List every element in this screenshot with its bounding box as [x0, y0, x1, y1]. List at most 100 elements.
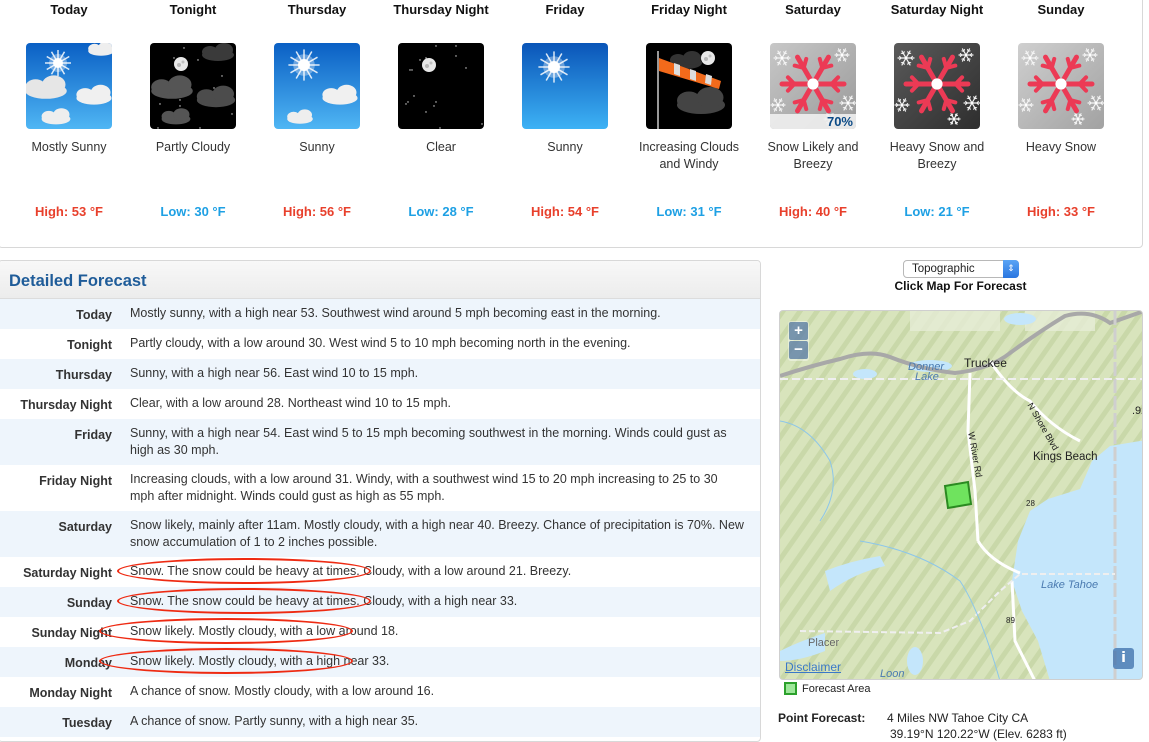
row-forecast-text: A chance of snow. Partly sunny, with a h…	[130, 714, 419, 728]
map-type-value: Topographic	[912, 263, 975, 275]
row-forecast-text: Partly cloudy, with a low around 30. Wes…	[130, 336, 631, 350]
row-period: Saturday	[58, 520, 113, 534]
windy-night-icon[interactable]	[646, 43, 732, 129]
partly-cloudy-night-icon[interactable]	[150, 43, 236, 129]
forecast-row: Tonight Partly cloudy, with a low around…	[0, 329, 760, 359]
temperature: High: 40 °F	[778, 204, 848, 219]
forecast-tombstone[interactable]: Sunday Heavy Snow High: 33 °F	[999, 1, 1123, 219]
row-period: Saturday Night	[23, 566, 112, 580]
zoom-control: + −	[788, 321, 809, 361]
zoom-out-button[interactable]: −	[789, 341, 808, 359]
short-description: Partly Cloudy	[155, 140, 231, 154]
precip-chance: 70%	[770, 114, 856, 129]
sunny-icon[interactable]	[522, 43, 608, 129]
period-name: Friday	[545, 2, 585, 17]
short-description: Mostly Sunny	[31, 140, 107, 154]
map-column: Topographic ⇕ Click Map For Forecast Tru…	[778, 258, 1143, 742]
row-period: Monday	[64, 656, 112, 670]
map-label-lake-tahoe: Lake Tahoe	[1041, 579, 1099, 591]
row-forecast-text: Sunny, with a high near 56. East wind 10…	[130, 366, 419, 380]
row-period: Thursday	[55, 368, 112, 382]
short-description: Increasing Clouds and Windy	[638, 140, 740, 171]
row-forecast-text: Snow. The snow could be heavy at times. …	[130, 594, 518, 608]
disclaimer-link[interactable]: Disclaimer	[785, 660, 841, 674]
sunny-icon[interactable]	[274, 43, 360, 129]
clear-night-icon[interactable]	[398, 43, 484, 129]
map-label-kings-beach: Kings Beach	[1033, 451, 1098, 463]
row-period: Sunday	[66, 596, 112, 610]
temperature: Low: 28 °F	[408, 204, 474, 219]
period-name: Saturday	[785, 2, 841, 17]
heavy-snow-night-icon[interactable]	[894, 43, 980, 129]
period-name: Today	[50, 2, 88, 17]
panel-heading: Detailed Forecast	[0, 261, 760, 299]
forecast-row: Thursday Sunny, with a high near 56. Eas…	[0, 359, 760, 389]
row-forecast-text: Snow likely, mainly after 11am. Mostly c…	[130, 518, 744, 549]
row-forecast-text: Increasing clouds, with a low around 31.…	[130, 472, 718, 503]
period-name: Friday Night	[651, 2, 727, 17]
row-period: Today	[76, 308, 112, 322]
short-description: Clear	[426, 140, 456, 154]
row-period: Friday	[74, 428, 112, 442]
forecast-area-marker[interactable]	[943, 480, 973, 510]
row-forecast-text: A chance of snow. Mostly cloudy, with a …	[130, 684, 435, 698]
short-description: Heavy Snow and Breezy	[889, 140, 985, 171]
temperature: High: 33 °F	[1026, 204, 1096, 219]
short-description: Sunny	[547, 140, 583, 154]
heavy-snow-icon[interactable]	[1018, 43, 1104, 129]
forecast-row: Monday Night A chance of snow. Mostly cl…	[0, 677, 760, 707]
forecast-tombstone[interactable]: Saturday 70% Snow Likely and Breezy High…	[751, 1, 875, 219]
topographic-map[interactable]	[780, 311, 1143, 680]
seven-day-forecast: Today Mostly Sunny High: 53 °F Tonight P…	[0, 0, 1143, 248]
forecast-row: Sunday Snow. The snow could be heavy at …	[0, 587, 760, 617]
temperature: Low: 30 °F	[160, 204, 226, 219]
short-description: Sunny	[299, 140, 335, 154]
forecast-row: Thursday Night Clear, with a low around …	[0, 389, 760, 419]
period-name: Thursday	[287, 2, 347, 17]
mostly-sunny-icon[interactable]	[26, 43, 112, 129]
click-map-instruction: Click Map For Forecast	[894, 279, 1027, 293]
row-forecast-text: Sunny, with a high near 54. East wind 5 …	[130, 426, 727, 457]
point-forecast-location: 4 Miles NW Tahoe City CA	[887, 711, 1029, 725]
forecast-tombstone[interactable]: Friday Sunny High: 54 °F	[503, 1, 627, 219]
forecast-tombstone[interactable]: Thursday Night Clear Low: 28 °F	[379, 1, 503, 219]
row-forecast-text: Snow likely. Mostly cloudy, with a high …	[130, 654, 390, 668]
forecast-tombstone[interactable]: Friday Night Increasing Clouds and Windy…	[627, 1, 751, 219]
snow-icon[interactable]: 70%	[770, 43, 856, 129]
forecast-row: Friday Night Increasing clouds, with a l…	[0, 465, 760, 511]
detailed-forecast-panel: Detailed Forecast Today Mostly sunny, wi…	[0, 260, 761, 742]
temperature: Low: 31 °F	[656, 204, 722, 219]
row-period: Thursday Night	[20, 398, 112, 412]
forecast-area-swatch	[784, 682, 797, 695]
info-button[interactable]: i	[1113, 648, 1134, 669]
map-label-route-89: 89	[1006, 616, 1015, 625]
forecast-tombstone[interactable]: Thursday Sunny High: 56 °F	[255, 1, 379, 219]
map-label-truckee: Truckee	[964, 356, 1007, 370]
forecast-row: Saturday Night Snow. The snow could be h…	[0, 557, 760, 587]
forecast-row: Today Mostly sunny, with a high near 53.…	[0, 299, 760, 329]
point-forecast-label: Point Forecast:	[778, 711, 866, 725]
period-name: Sunday	[1037, 2, 1085, 17]
temperature: High: 56 °F	[282, 204, 352, 219]
map-type-select[interactable]: Topographic ⇕	[903, 260, 1019, 278]
temperature: Low: 21 °F	[904, 204, 970, 219]
map-label-placer: Placer	[808, 637, 840, 649]
forecast-row: Saturday Snow likely, mainly after 11am.…	[0, 511, 760, 557]
row-forecast-text: Snow likely. Mostly cloudy, with a low a…	[130, 624, 399, 638]
map-legend: Forecast Area	[784, 682, 870, 695]
temperature: High: 54 °F	[530, 204, 600, 219]
row-period: Sunday Night	[31, 626, 112, 640]
row-period: Tonight	[67, 338, 112, 352]
legend-label: Forecast Area	[802, 682, 871, 695]
forecast-map[interactable]: Truckee Donner Lake N Shore Blvd W River…	[779, 310, 1143, 680]
forecast-tombstone[interactable]: Tonight Partly Cloudy Low: 30 °F	[131, 1, 255, 219]
short-description: Heavy Snow	[1025, 140, 1097, 154]
row-period: Tuesday	[62, 716, 112, 730]
forecast-row: Sunday Night Snow likely. Mostly cloudy,…	[0, 617, 760, 647]
map-label-elevation: .927	[1132, 405, 1142, 417]
zoom-in-button[interactable]: +	[789, 322, 808, 340]
period-name: Saturday Night	[890, 2, 984, 17]
forecast-tombstone[interactable]: Saturday Night Heavy Snow and Breezy Low…	[875, 1, 999, 219]
row-period: Monday Night	[29, 686, 112, 700]
forecast-tombstone[interactable]: Today Mostly Sunny High: 53 °F	[7, 1, 131, 219]
